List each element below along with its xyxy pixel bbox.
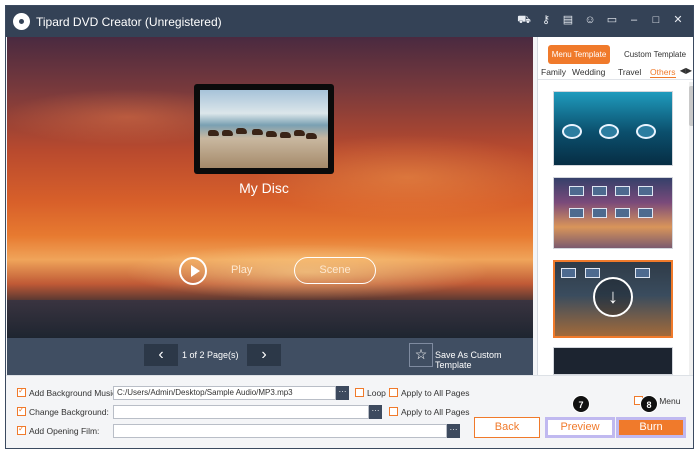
horse-shape	[294, 130, 305, 136]
category-family[interactable]: Family	[541, 67, 566, 77]
template-scrollbar[interactable]	[689, 82, 693, 375]
horse-shape	[280, 132, 291, 138]
person-icon[interactable]: ☺	[583, 13, 597, 28]
horse-shape	[266, 131, 277, 137]
change-background-label: Change Background:	[29, 407, 109, 417]
template-frame-icon	[638, 208, 653, 218]
apply-all-music-checkbox[interactable]	[389, 388, 398, 397]
template-frame-icon	[592, 208, 607, 218]
burn-button[interactable]: Burn	[616, 417, 686, 438]
template-frame-icon	[638, 186, 653, 196]
template-categories: Family Wedding Travel Others ◀▶	[538, 66, 693, 80]
save-as-custom-template-button[interactable]: Save As Custom Template	[435, 350, 533, 370]
template-frame-icon	[615, 208, 630, 218]
background-music-field[interactable]: C:/Users/Admin/Desktop/Sample Audio/MP3.…	[113, 386, 336, 400]
template-frame-icon	[599, 124, 619, 139]
key-icon[interactable]: ⚷	[539, 13, 553, 28]
scene-button[interactable]: Scene	[294, 257, 376, 284]
title-bar: Tipard DVD Creator (Unregistered) ⛟ ⚷ ▤ …	[6, 6, 693, 37]
loop-checkbox[interactable]	[355, 388, 364, 397]
tab-menu-template[interactable]: Menu Template	[548, 45, 610, 64]
template-frame-icon	[592, 186, 607, 196]
browse-film-button[interactable]: ···	[447, 424, 460, 438]
template-frame-icon	[635, 268, 650, 278]
app-logo-icon	[13, 13, 30, 30]
add-opening-film-label: Add Opening Film:	[29, 426, 100, 436]
horse-shape	[252, 129, 263, 135]
horse-shape	[236, 128, 247, 134]
opening-film-field[interactable]	[113, 424, 447, 438]
loop-label: Loop	[367, 388, 386, 398]
add-opening-film-checkbox[interactable]	[17, 424, 26, 435]
step-badge-burn: 8	[640, 395, 658, 413]
horse-shape	[208, 130, 219, 136]
background-field[interactable]	[113, 405, 369, 419]
template-frame-icon	[569, 186, 584, 196]
file-icon[interactable]: ▤	[561, 13, 575, 28]
play-label[interactable]: Play	[231, 264, 252, 276]
app-title: Tipard DVD Creator (Unregistered)	[36, 15, 222, 29]
minimize-icon[interactable]: –	[627, 13, 641, 28]
bottom-settings: Add Background Music: C:/Users/Admin/Des…	[6, 375, 693, 448]
browse-music-button[interactable]: ···	[336, 386, 349, 400]
app-window: Tipard DVD Creator (Unregistered) ⛟ ⚷ ▤ …	[5, 5, 694, 449]
tab-custom-template[interactable]: Custom Template	[618, 45, 692, 64]
maximize-icon[interactable]: □	[649, 13, 663, 28]
horse-shape	[222, 130, 233, 136]
category-wedding[interactable]: Wedding	[572, 67, 605, 77]
page-count: 1 of 2 Page(s)	[182, 350, 239, 360]
apply-all-background-checkbox[interactable]	[389, 407, 398, 416]
download-icon[interactable]: ↓	[593, 277, 633, 317]
back-button[interactable]: Back	[474, 417, 540, 438]
cart-icon[interactable]: ⛟	[517, 13, 531, 28]
previous-page-button[interactable]: ‹	[144, 344, 178, 366]
template-thumbnail-selected[interactable]: ↓	[553, 260, 673, 338]
template-frame-icon	[615, 186, 630, 196]
scrollbar-thumb[interactable]	[689, 86, 693, 126]
apply-all-music-label: Apply to All Pages	[401, 388, 470, 398]
play-icon[interactable]	[179, 257, 207, 285]
category-scroll-arrows-icon[interactable]: ◀▶	[680, 66, 692, 75]
titlebar-icons: ⛟ ⚷ ▤ ☺ ▭ – □ ✕	[517, 13, 685, 28]
horse-shape	[306, 133, 317, 139]
feedback-icon[interactable]: ▭	[605, 13, 619, 28]
template-thumbnail[interactable]	[553, 91, 673, 166]
browse-background-button[interactable]: ···	[369, 405, 382, 419]
star-icon[interactable]: ☆	[409, 343, 433, 367]
template-frame-icon	[561, 268, 576, 278]
category-travel[interactable]: Travel	[618, 67, 641, 77]
template-frame-icon	[636, 124, 656, 139]
add-background-music-label: Add Background Music:	[29, 388, 119, 398]
template-panel: Menu Template Custom Template Family Wed…	[537, 37, 693, 375]
page-navigation-bar: ‹ 1 of 2 Page(s) › ☆ Save As Custom Temp…	[7, 338, 533, 375]
category-others[interactable]: Others	[650, 67, 676, 78]
apply-all-background-label: Apply to All Pages	[401, 407, 470, 417]
disc-thumbnail-image	[200, 90, 328, 168]
horizon	[7, 300, 533, 338]
add-background-music-checkbox[interactable]	[17, 386, 26, 397]
menu-preview: My Disc Play Scene	[7, 37, 533, 338]
close-icon[interactable]: ✕	[671, 13, 685, 28]
change-background-checkbox[interactable]	[17, 405, 26, 416]
template-thumbnail[interactable]	[553, 347, 673, 375]
disc-thumbnail-frame[interactable]	[194, 84, 334, 174]
template-frame-icon	[562, 124, 582, 139]
template-thumbnail[interactable]	[553, 177, 673, 249]
template-frame-icon	[585, 268, 600, 278]
preview-button[interactable]: Preview	[545, 417, 615, 438]
next-page-button[interactable]: ›	[247, 344, 281, 366]
step-badge-preview: 7	[572, 395, 590, 413]
template-frame-icon	[569, 208, 584, 218]
disc-title[interactable]: My Disc	[194, 180, 334, 196]
